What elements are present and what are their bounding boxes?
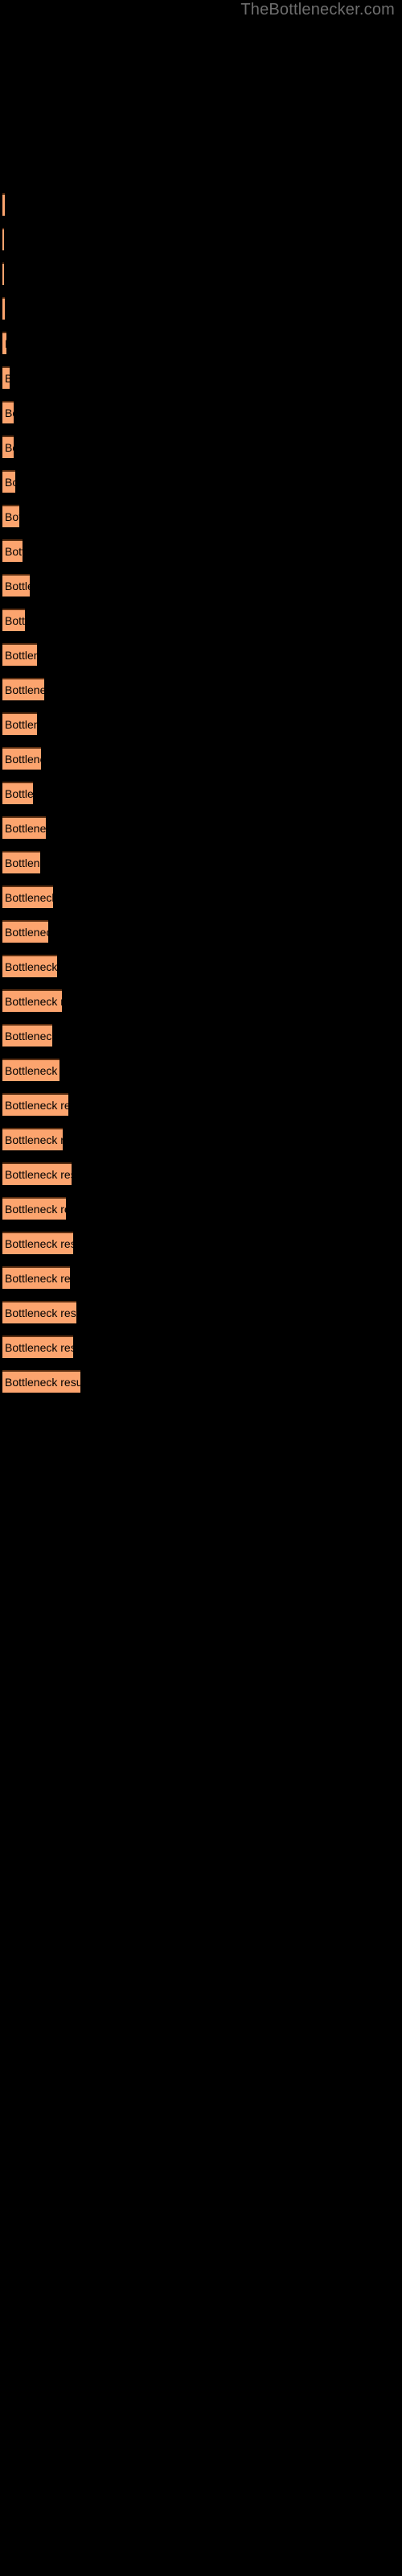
bar: Bottleneck result [2, 366, 10, 389]
bar-label: Bottleneck result [5, 1376, 80, 1389]
bar: Bottleneck result [2, 989, 62, 1012]
bar: Bottleneck result [2, 193, 5, 216]
bar: Bottleneck result [2, 1197, 66, 1220]
bar-label: Bottleneck result [5, 1099, 68, 1112]
bar: Bottleneck result [2, 1301, 76, 1323]
bars-layer: Bottleneck result Bottleneck result Bottle… [0, 0, 402, 2576]
bar-label: Bottleneck result [5, 1168, 72, 1181]
bar: Bottleneck result [2, 955, 57, 977]
bar: Bottleneck result [2, 297, 5, 320]
bar: Bottleneck result [2, 712, 37, 735]
bar-label: Bottleneck result [5, 857, 40, 869]
bar: Bottleneck result [2, 574, 30, 597]
bar: Bottleneck result [2, 920, 48, 943]
bar-label: Bottleneck result [5, 891, 53, 904]
bar: Bottleneck result [2, 851, 40, 873]
bar-label: Bottleneck result [5, 649, 37, 662]
bar: Bottleneck result [2, 1232, 73, 1254]
bar-label: Bottleneck result [5, 787, 33, 800]
bar: Bottleneck result [2, 1128, 63, 1150]
bar: Bottleneck result [2, 332, 6, 354]
bar-label: Bottleneck result [5, 926, 48, 939]
bar: Bottleneck result [2, 401, 14, 423]
bar: Bottleneck result [2, 1059, 59, 1081]
bar: Bottleneck result [2, 816, 46, 839]
bar-label: Bottleneck result [5, 960, 57, 973]
bar: Bottleneck result [2, 1335, 73, 1358]
bar: Bottleneck result [2, 886, 53, 908]
bar: Bottleneck result [2, 262, 4, 285]
bar-label: Bottleneck result [5, 822, 46, 835]
bar-label: Bottleneck result [5, 337, 6, 350]
bar: Bottleneck result [2, 505, 19, 527]
bar-label: Bottleneck result [5, 995, 62, 1008]
bar-label: Bottleneck result [5, 441, 14, 454]
bar-label: Bottleneck result [5, 683, 44, 696]
bar-label: Bottleneck result [5, 580, 30, 592]
bar: Bottleneck result [2, 1162, 72, 1185]
bar-label: Bottleneck result [5, 1064, 59, 1077]
bar-label: Bottleneck result [5, 545, 23, 558]
bar-label: Bottleneck result [5, 753, 41, 766]
bar-label: Bottleneck result [5, 1341, 73, 1354]
bar: Bottleneck result [2, 747, 41, 770]
bar: Bottleneck result [2, 228, 4, 250]
bar-label: Bottleneck result [5, 1133, 63, 1146]
bar: Bottleneck result [2, 1370, 80, 1393]
bar-label: Bottleneck result [5, 718, 37, 731]
bar-label: Bottleneck result [5, 510, 19, 523]
bar-label: Bottleneck result [5, 1272, 70, 1285]
bar-label: Bottleneck result [5, 1237, 73, 1250]
bar: Bottleneck result [2, 539, 23, 562]
bar: Bottleneck result [2, 470, 15, 493]
bar-label: Bottleneck result [5, 476, 15, 489]
bar: Bottleneck result [2, 1024, 52, 1046]
bar: Bottleneck result [2, 609, 25, 631]
bar: Bottleneck result [2, 1266, 70, 1289]
bar: Bottleneck result [2, 1093, 68, 1116]
bar-label: Bottleneck result [5, 1030, 52, 1042]
bar: Bottleneck result [2, 678, 44, 700]
bottleneck-bar-chart: TheBottlenecker.com Bottleneck resultBot… [0, 0, 402, 2576]
bar: Bottleneck result [2, 436, 14, 458]
bar-label: Bottleneck result [5, 1203, 66, 1216]
bar-label: Bottleneck result [5, 1307, 76, 1319]
bar: Bottleneck result [2, 643, 37, 666]
bar: Bottleneck result [2, 782, 33, 804]
bar-label: Bottleneck result [5, 407, 14, 419]
bar-label: Bottleneck result [5, 614, 25, 627]
bar-label: Bottleneck result [5, 372, 10, 385]
